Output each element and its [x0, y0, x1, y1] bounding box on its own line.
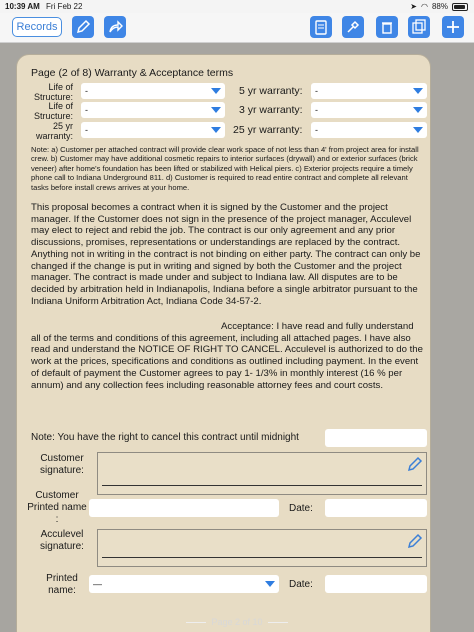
- warranty-right-select-1[interactable]: -: [311, 83, 427, 99]
- plus-icon[interactable]: [442, 16, 464, 38]
- printed-name-value: —: [93, 579, 102, 589]
- printed-name-select[interactable]: —: [89, 575, 279, 593]
- warranty-right-select-2[interactable]: -: [311, 102, 427, 118]
- acceptance-text: Acceptance: I have read and fully unders…: [31, 321, 423, 391]
- chevron-down-icon: [265, 581, 275, 587]
- toolbar: Records: [0, 13, 474, 43]
- warranty-right-label-1: 5 yr warranty:: [239, 85, 303, 97]
- trash-icon[interactable]: [376, 16, 398, 38]
- chevron-down-icon: [413, 127, 423, 133]
- customer-date-label: Date:: [289, 503, 313, 514]
- page-indicator-text: Page 2 of 10: [211, 617, 263, 627]
- location-icon: ➤: [410, 2, 417, 11]
- status-bar: 10:39 AM Fri Feb 22 ➤ ◠ 88%: [0, 0, 474, 13]
- pencil-icon[interactable]: [72, 16, 94, 38]
- page-indicator[interactable]: Page 2 of 10: [0, 612, 474, 632]
- cancel-note: Note: You have the right to cancel this …: [31, 432, 299, 443]
- acculevel-signature-box[interactable]: [97, 529, 427, 567]
- signature-line: [102, 485, 422, 486]
- chevron-down-icon: [413, 88, 423, 94]
- battery-percent: 88%: [431, 2, 448, 11]
- warranty-right-label-3: 25 yr warranty:: [233, 124, 303, 136]
- chevron-down-icon: [211, 88, 221, 94]
- background-panel: [430, 70, 474, 632]
- arrow-right-icon[interactable]: [268, 622, 289, 624]
- acculevel-signature-label: Acculevel signature:: [40, 529, 84, 552]
- warranty-select-1[interactable]: -: [81, 83, 225, 99]
- chevron-down-icon: [211, 127, 221, 133]
- duplicate-icon[interactable]: [408, 16, 430, 38]
- share-icon[interactable]: [104, 16, 126, 38]
- warranty-label-1: Life of Structure:: [33, 82, 73, 102]
- page-title: Page (2 of 8) Warranty & Acceptance term…: [31, 67, 234, 79]
- warranty-right-select-2-value: -: [315, 105, 318, 115]
- warranty-select-2-value: -: [85, 105, 88, 115]
- warranty-select-3-value: -: [85, 125, 88, 135]
- chevron-down-icon: [413, 107, 423, 113]
- customer-signature-label: Customer signature:: [40, 453, 84, 476]
- warranty-right-select-1-value: -: [315, 86, 318, 96]
- warranty-label-2: Life of Structure:: [33, 101, 73, 121]
- status-date: Fri Feb 22: [46, 2, 83, 11]
- warranty-select-2[interactable]: -: [81, 102, 225, 118]
- signature-line: [102, 557, 422, 558]
- battery-icon: [452, 2, 468, 11]
- form-page: Page (2 of 8) Warranty & Acceptance term…: [17, 55, 430, 632]
- customer-printed-name-field[interactable]: [89, 499, 279, 517]
- install-note: Note: a) Customer per attached contract …: [31, 145, 419, 192]
- chevron-down-icon: [211, 107, 221, 113]
- records-button[interactable]: Records: [12, 17, 62, 37]
- arrow-left-icon[interactable]: [185, 622, 206, 624]
- pencil-icon[interactable]: [406, 532, 424, 550]
- wifi-icon: ◠: [421, 2, 428, 11]
- acceptance-body: Acceptance: I have read and fully unders…: [31, 321, 423, 391]
- customer-signature-box[interactable]: [97, 452, 427, 495]
- contract-body: This proposal becomes a contract when it…: [31, 202, 421, 307]
- cancel-date-field[interactable]: [325, 429, 427, 447]
- status-time: 10:39 AM: [5, 2, 40, 11]
- warranty-right-label-2: 3 yr warranty:: [239, 104, 303, 116]
- warranty-right-select-3[interactable]: -: [311, 122, 427, 138]
- status-right: ➤ ◠ 88%: [410, 0, 468, 13]
- acculevel-date-label: Date:: [289, 579, 313, 590]
- warranty-label-3: 25 yr warranty:: [35, 121, 73, 141]
- tools-icon[interactable]: [342, 16, 364, 38]
- acculevel-date-field[interactable]: [325, 575, 427, 593]
- customer-printed-label: Customer Printed name :: [27, 490, 87, 525]
- warranty-select-3[interactable]: -: [81, 122, 225, 138]
- warranty-select-1-value: -: [85, 86, 88, 96]
- pencil-icon[interactable]: [406, 455, 424, 473]
- warranty-right-select-3-value: -: [315, 125, 318, 135]
- customer-date-field[interactable]: [325, 499, 427, 517]
- print-icon[interactable]: [310, 16, 332, 38]
- printed-name-label: Printed name:: [46, 573, 78, 596]
